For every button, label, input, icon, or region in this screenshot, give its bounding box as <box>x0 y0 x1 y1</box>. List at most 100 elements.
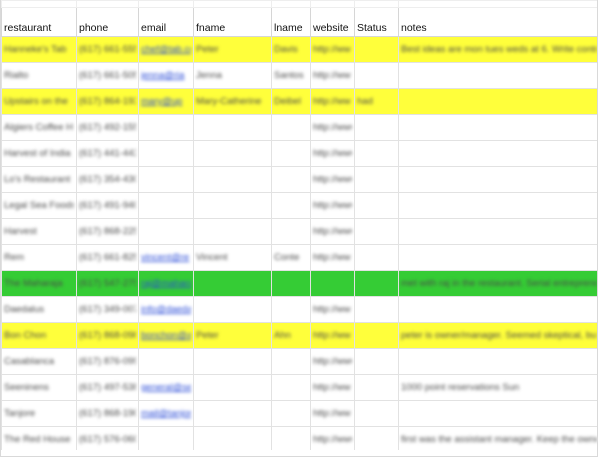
cell-phone[interactable]: (617) 354-4300 <box>76 166 139 193</box>
cell-status[interactable] <box>354 270 399 297</box>
cell-notes[interactable] <box>398 400 597 427</box>
cell-phone[interactable]: (617) 497-5384 <box>76 374 139 401</box>
cell-phone[interactable]: (617) 868-2255 <box>76 218 139 245</box>
cell[interactable] <box>138 0 194 8</box>
table-row[interactable]: Lo's Restaurant (617) 354-4300 http://www.… <box>1 166 597 193</box>
cell-phone[interactable]: (617) 864-1933 <box>76 88 139 115</box>
table-row[interactable]: Tanjore (617) 868-1900 mail@tanjoreharvard… <box>1 400 597 427</box>
cell-phone[interactable]: (617) 576-0605 <box>76 426 139 453</box>
cell-status[interactable] <box>354 62 399 89</box>
table-row[interactable]: The Red House (617) 576-0605 http://www.ye… <box>1 426 597 453</box>
cell-website[interactable]: http://www.yelp.com/biz/the-red-house-ca… <box>310 426 355 453</box>
cell-fname[interactable]: Jenna <box>193 62 272 89</box>
cell-email[interactable]: raj@maharajaboston.com <box>138 270 194 297</box>
cell-website[interactable]: http://www.yelp.com/biz/harvest-cambridg… <box>310 218 355 245</box>
cell-website[interactable]: http://ww emailed <box>310 400 355 427</box>
cell-phone[interactable]: (617) 661-8255 <box>76 244 139 271</box>
cell-notes[interactable] <box>398 218 597 245</box>
cell-restaurant[interactable]: Legal Sea Foods <box>1 192 77 219</box>
cell-fname[interactable]: Peter <box>193 36 272 63</box>
cell-phone[interactable]: (617) 868-1900 <box>76 400 139 427</box>
cell-email[interactable] <box>138 426 194 453</box>
cell-lname[interactable] <box>271 348 311 375</box>
cell-lname[interactable]: Conte <box>271 244 311 271</box>
cell-website[interactable]: http://ww kitchen <box>310 88 355 115</box>
cell-notes[interactable]: peter is owner/manager. Seemed skeptical… <box>398 322 597 349</box>
cell-fname[interactable] <box>193 140 272 167</box>
table-row[interactable]: Harvest (617) 868-2255 http://www.yelp.com… <box>1 218 597 245</box>
cell-notes[interactable] <box>398 296 597 323</box>
cell-fname[interactable] <box>193 426 272 453</box>
cell-website[interactable]: http://ww emailed <box>310 62 355 89</box>
cell-notes[interactable] <box>398 88 597 115</box>
cell-fname[interactable] <box>193 114 272 141</box>
cell-email[interactable]: mail@tanjoreharvardsq.com <box>138 400 194 427</box>
table-row[interactable]: Daedalus (617) 349-0071 info@daedalusharva… <box>1 296 597 323</box>
cell-lname[interactable] <box>271 426 311 453</box>
cell-fname[interactable] <box>193 374 272 401</box>
cell-status[interactable] <box>354 166 399 193</box>
cell-restaurant[interactable]: Daedalus <box>1 296 77 323</box>
cell-lname[interactable] <box>271 270 311 297</box>
cell-restaurant[interactable]: Algiers Coffee H <box>1 114 77 141</box>
column-header-phone[interactable]: phone <box>76 7 139 37</box>
cell-restaurant[interactable]: Casablanca <box>1 348 77 375</box>
cell-lname[interactable]: Santos <box>271 62 311 89</box>
cell-status[interactable] <box>354 36 399 63</box>
cell[interactable] <box>1 0 77 8</box>
cell-fname[interactable]: Vincent <box>193 244 272 271</box>
column-header-fname[interactable]: fname <box>193 7 272 37</box>
cell-restaurant[interactable]: Tanjore <box>1 400 77 427</box>
cell-fname[interactable] <box>193 296 272 323</box>
cell[interactable] <box>310 0 355 8</box>
table-row[interactable]: The Maharaja (617) 547-2757 raj@maharajabo… <box>1 270 597 297</box>
cell-status[interactable] <box>354 296 399 323</box>
cell-notes[interactable] <box>398 166 597 193</box>
cell-fname[interactable]: Mary-Catherine <box>193 88 272 115</box>
cell-restaurant[interactable]: The Red House <box>1 426 77 453</box>
cell-lname[interactable]: Davis <box>271 36 311 63</box>
cell[interactable] <box>354 0 399 8</box>
cell-email[interactable]: general@seenin.com <box>138 374 194 401</box>
cell-notes[interactable]: Best ideas are mon tues weds at 6. Write… <box>398 36 597 63</box>
cell-website[interactable]: http://ww emailed <box>310 296 355 323</box>
cell-lname[interactable] <box>271 140 311 167</box>
cell-restaurant[interactable]: Rem <box>1 244 77 271</box>
cell-website[interactable]: http://www.yelp.com/biz/legal-sea-foods-… <box>310 192 355 219</box>
cell-email[interactable]: vincent@re <box>138 244 194 271</box>
table-row[interactable]: Seeninens (617) 497-5384 general@seenin.co… <box>1 374 597 401</box>
cell-notes[interactable]: first was the assistant manager. Keep th… <box>398 426 597 453</box>
cell-restaurant[interactable]: Harvest <box>1 218 77 245</box>
column-header-notes[interactable]: notes <box>398 7 597 37</box>
cell-website[interactable]: http://www.yelp.com/biz/algiers-coffee-h… <box>310 114 355 141</box>
cell-notes[interactable] <box>398 62 597 89</box>
cell[interactable] <box>193 0 272 8</box>
cell-restaurant[interactable]: Harvest of India <box>1 140 77 167</box>
cell-status[interactable] <box>354 244 399 271</box>
table-row[interactable]: Harvest of India (617) 441-4434 http://www… <box>1 140 597 167</box>
cell-notes[interactable] <box>398 348 597 375</box>
cell-phone[interactable]: (617) 547-2757 <box>76 270 139 297</box>
cell-website[interactable]: http://ww emailed <box>310 244 355 271</box>
cell-website[interactable]: http://ww emailed <box>310 374 355 401</box>
cell-restaurant[interactable]: The Maharaja <box>1 270 77 297</box>
cell-website[interactable]: http://www.yelp.com/biz/los-restaurant-c… <box>310 166 355 193</box>
cell-fname[interactable] <box>193 218 272 245</box>
table-row[interactable]: Rialto (617) 661-5050 jenna@ria Jenna Santos… <box>1 62 597 89</box>
cell-notes[interactable]: met with raj in the restaurant. Serial e… <box>398 270 597 297</box>
cell-fname[interactable] <box>193 166 272 193</box>
cell-email[interactable] <box>138 114 194 141</box>
cell-notes[interactable] <box>398 244 597 271</box>
cell-phone[interactable]: (617) 492-1557 <box>76 114 139 141</box>
cell-status[interactable] <box>354 374 399 401</box>
cell-email[interactable]: chef@tab.co <box>138 36 194 63</box>
cell-fname[interactable] <box>193 348 272 375</box>
cell-status[interactable] <box>354 192 399 219</box>
column-header-lname[interactable]: lname <box>271 7 311 37</box>
cell[interactable] <box>271 0 311 8</box>
cell-website[interactable]: http://www.yelp.com/biz/harvest-of-india… <box>310 140 355 167</box>
cell-website[interactable]: http://ww contract <box>310 36 355 63</box>
cell-email[interactable] <box>138 166 194 193</box>
cell-phone[interactable]: (617) 349-0071 <box>76 296 139 323</box>
cell-lname[interactable] <box>271 192 311 219</box>
